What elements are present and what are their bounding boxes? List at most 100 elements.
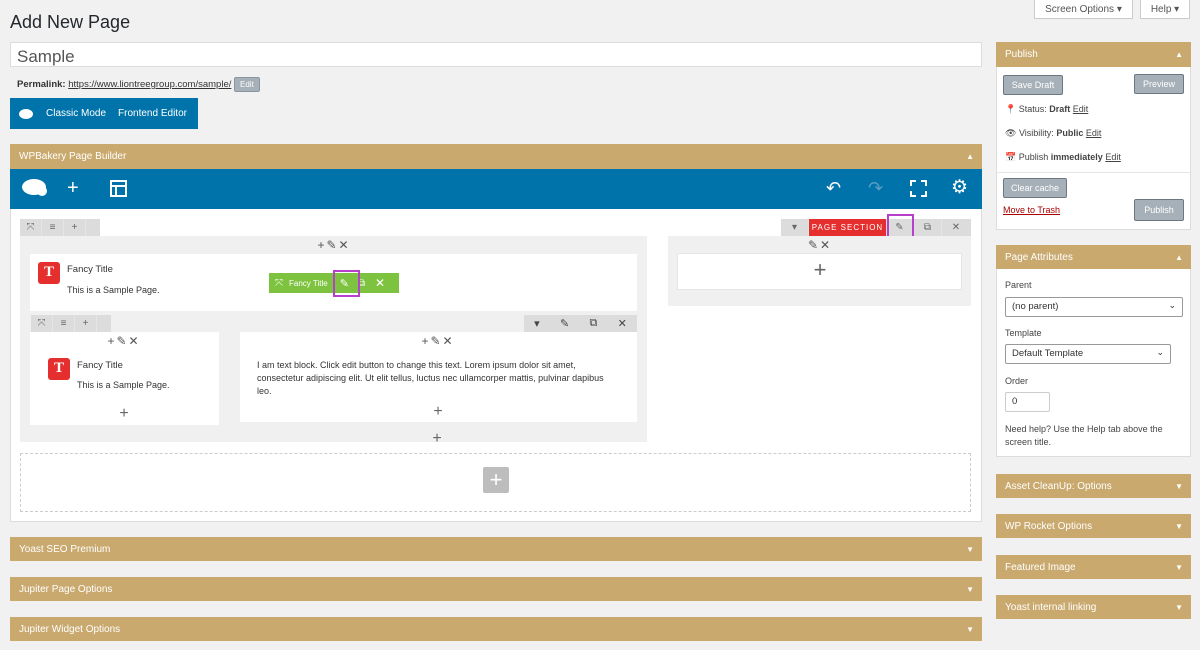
asset-cleanup-box[interactable]: Asset CleanUp: Options ▼ [996,474,1191,498]
column-actions[interactable]: +✎✕ [313,238,355,252]
element-move-icon[interactable]: ⤧ [275,278,283,289]
status-value: Draft [1049,104,1071,114]
expand-icon[interactable]: ▼ [1175,522,1183,531]
inner-clone-icon[interactable]: ⧉ [589,317,597,330]
row-controls: ⤧ ≡ + [20,219,100,236]
yoast-seo-label: Yoast SEO Premium [19,543,111,555]
publish-time-edit-link[interactable]: Edit [1105,152,1121,162]
yoast-internal-linking-box[interactable]: Yoast internal linking ▼ [996,595,1191,619]
inner-edit-icon[interactable]: ✎ [560,317,569,330]
parent-select[interactable]: (no parent) ⌄ [1005,297,1183,317]
page-section-column-actions[interactable]: ✎✕ [806,238,834,252]
inner-collapse-icon[interactable]: ▾ [534,317,540,330]
undo-icon[interactable]: ↶ [826,178,841,198]
visibility-label: Visibility: [1018,128,1054,138]
permalink-url[interactable]: https://www.liontreegroup.com/sample/ [68,79,231,90]
expand-icon[interactable]: ▼ [966,545,974,554]
inner-column-controls: ▾ ✎ ⧉ ✕ [524,315,637,332]
yoast-seo-box[interactable]: Yoast SEO Premium ▼ [10,537,982,561]
fancy-title-2-subtitle: This is a Sample Page. [77,380,170,390]
jupiter-widget-options-box[interactable]: Jupiter Widget Options ▼ [10,617,982,641]
move-to-trash-link[interactable]: Move to Trash [1003,205,1060,215]
preview-button[interactable]: Preview [1134,74,1184,94]
title-input[interactable] [10,42,982,67]
fullscreen-icon[interactable] [910,180,927,197]
inner-row-layout-icon[interactable]: ≡ [53,315,75,332]
templates-icon[interactable] [110,180,127,197]
clear-cache-button[interactable]: Clear cache [1003,178,1067,198]
row-layout-icon[interactable]: ≡ [42,219,64,236]
inner-row-controls: ⤧ ≡ + [31,315,111,332]
inner-row-move-icon[interactable]: ⤧ [31,315,53,332]
wpbakery-header-label: WPBakery Page Builder [19,151,127,162]
page-section-delete-icon[interactable]: ✕ [942,219,970,236]
screen-options-tab[interactable]: Screen Options ▾ [1034,0,1133,19]
fancy-title-icon-2: T [48,358,70,380]
asset-cleanup-label: Asset CleanUp: Options [1005,480,1112,492]
add-row-icon[interactable]: + [483,467,509,493]
calendar-icon: 📅 [1005,152,1017,162]
page-attributes-header[interactable]: Page Attributes ▲ [996,245,1191,269]
visibility-row: 👁 Visibility: Public Edit [1005,128,1101,139]
page-section-clone-icon[interactable]: ⧉ [914,219,942,236]
inner-delete-icon[interactable]: ✕ [618,317,627,330]
order-input[interactable]: 0 [1005,392,1050,412]
jupiter-page-options-box[interactable]: Jupiter Page Options ▼ [10,577,982,601]
page-section-collapse-icon[interactable]: ▾ [781,219,809,236]
expand-icon[interactable]: ▼ [966,585,974,594]
help-tab[interactable]: Help ▾ [1140,0,1190,19]
element-delete-icon[interactable]: ✕ [375,276,385,290]
status-edit-link[interactable]: Edit [1073,104,1089,114]
row-add-icon[interactable]: + [64,219,86,236]
publish-time-label: Publish [1018,152,1049,162]
template-select[interactable]: Default Template ⌄ [1005,344,1171,364]
inner-column-2-actions[interactable]: +✎✕ [416,334,460,348]
redo-icon[interactable]: ↷ [868,178,883,198]
jupiter-widget-options-label: Jupiter Widget Options [19,623,121,635]
text-block: I am text block. Click edit button to ch… [257,360,604,396]
wpbakery-header[interactable]: WPBakery Page Builder ▲ [10,144,982,169]
publish-divider [997,172,1190,173]
screen-options-label: Screen Options ▾ [1045,3,1122,15]
move-to-trash-row: Move to Trash [1003,205,1060,215]
frontend-editor-button[interactable]: Frontend Editor [118,108,187,119]
page-section-label: PAGE SECTION [809,219,886,236]
jupiter-page-options-label: Jupiter Page Options [19,583,113,595]
featured-image-box[interactable]: Featured Image ▼ [996,555,1191,579]
inner-row-add-icon[interactable]: + [75,315,97,332]
add-element-icon[interactable]: + [67,178,79,198]
template-select-value: Default Template [1012,348,1084,359]
eye-icon: 👁 [1005,128,1017,138]
featured-image-label: Featured Image [1005,561,1076,573]
inner-column-1-add-icon[interactable]: + [116,405,132,423]
classic-mode-button[interactable]: Classic Mode [46,108,106,119]
permalink-edit-button[interactable]: Edit [234,77,260,92]
wp-rocket-box[interactable]: WP Rocket Options ▼ [996,514,1191,538]
publish-button[interactable]: Publish [1134,199,1184,221]
permalink-row: Permalink: https://www.liontreegroup.com… [17,77,260,92]
expand-icon[interactable]: ▼ [1175,603,1183,612]
chevron-down-icon: ⌄ [1168,300,1176,310]
expand-icon[interactable]: ▼ [1175,482,1183,491]
save-draft-button[interactable]: Save Draft [1003,75,1063,95]
wp-rocket-label: WP Rocket Options [1005,520,1093,532]
wpbakery-toolbar: + ↶ ↷ ⚙ [10,169,982,209]
collapse-up-icon[interactable]: ▲ [1175,253,1183,262]
expand-icon[interactable]: ▼ [966,625,974,634]
collapse-up-icon[interactable]: ▲ [1175,50,1183,59]
row-bottom-add-icon[interactable]: + [429,430,445,448]
publish-header[interactable]: Publish ▲ [996,42,1191,67]
collapse-up-icon[interactable]: ▲ [966,152,974,161]
wpbakery-cloud-icon[interactable] [20,177,48,199]
fancy-title-element-title: Fancy Title [67,264,113,275]
settings-gear-icon[interactable]: ⚙ [951,178,968,198]
visibility-edit-link[interactable]: Edit [1086,128,1102,138]
row-move-icon[interactable]: ⤧ [20,219,42,236]
inner-column-1-actions[interactable]: +✎✕ [102,334,146,348]
page-section-add-icon[interactable]: + [810,258,830,282]
help-label: Help ▾ [1150,3,1180,15]
expand-icon[interactable]: ▼ [1175,563,1183,572]
fancy-title-icon: T [38,262,60,284]
inner-column-2-add-icon[interactable]: + [430,403,446,421]
edit-highlight [333,270,360,297]
